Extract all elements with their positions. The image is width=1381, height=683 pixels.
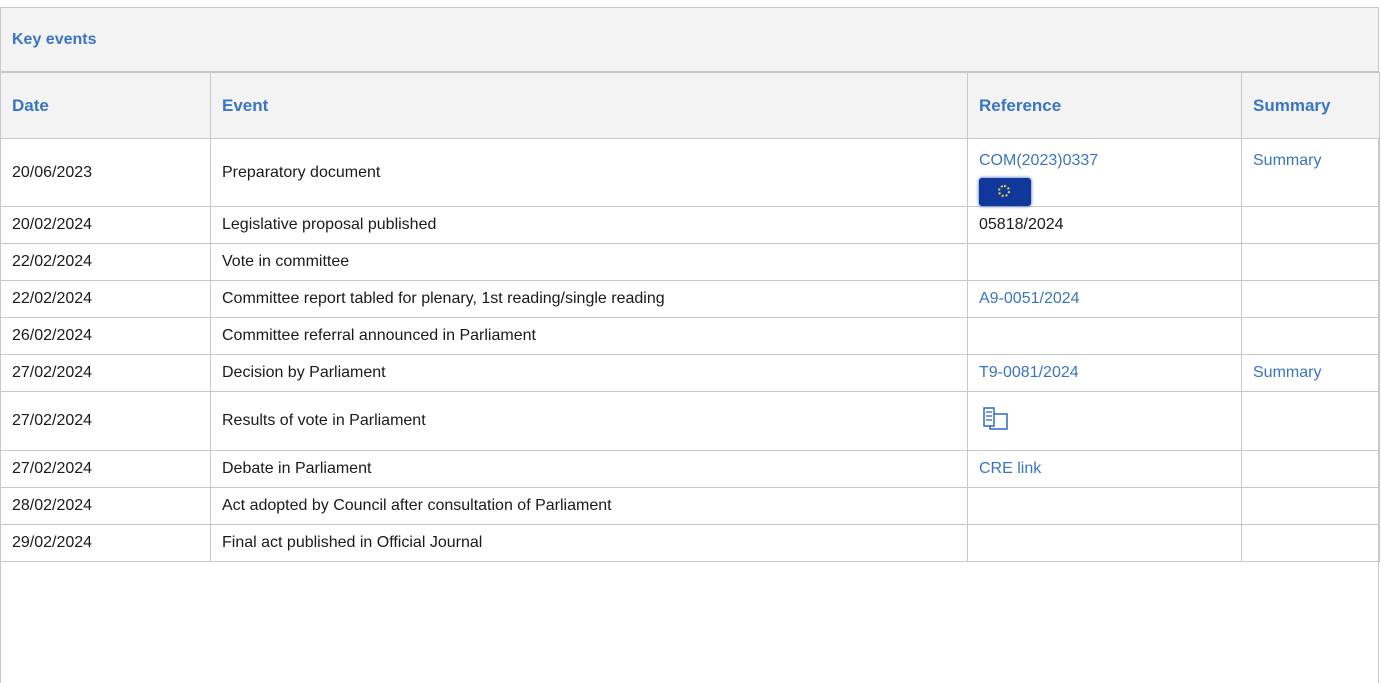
reference-link[interactable]: CRE link	[979, 460, 1041, 477]
cell-reference: 05818/2024	[967, 206, 1242, 244]
column-header-summary: Summary	[1241, 72, 1380, 139]
cell-summary: Summary	[1241, 138, 1380, 207]
cell-event: Decision by Parliament	[210, 354, 968, 392]
cell-reference: A9-0051/2024	[967, 280, 1242, 318]
cell-reference	[967, 243, 1242, 281]
column-header-date: Date	[0, 72, 211, 139]
key-events-table: Date Event Reference Summary 20/06/2023 …	[0, 72, 1380, 562]
cell-reference	[967, 317, 1242, 355]
column-header-event: Event	[210, 72, 968, 139]
table-row: 27/02/2024 Debate in Parliament CRE link	[0, 450, 1380, 488]
panel-footer-space	[1, 562, 1378, 607]
cell-event: Vote in committee	[210, 243, 968, 281]
cell-reference: COM(2023)0337	[967, 138, 1242, 207]
cell-event: Committee referral announced in Parliame…	[210, 317, 968, 355]
table-row: 28/02/2024 Act adopted by Council after …	[0, 487, 1380, 525]
cell-event: Committee report tabled for plenary, 1st…	[210, 280, 968, 318]
cell-summary	[1241, 391, 1380, 451]
cell-summary	[1241, 206, 1380, 244]
reference-link[interactable]: COM(2023)0337	[979, 152, 1098, 169]
cell-reference	[967, 487, 1242, 525]
cell-date: 29/02/2024	[0, 524, 211, 562]
table-row: 22/02/2024 Vote in committee	[0, 243, 1380, 281]
cell-reference	[967, 524, 1242, 562]
table-row: 22/02/2024 Committee report tabled for p…	[0, 280, 1380, 318]
table-row: 20/02/2024 Legislative proposal publishe…	[0, 206, 1380, 244]
cell-date: 27/02/2024	[0, 354, 211, 392]
cell-date: 20/06/2023	[0, 138, 211, 207]
table-row: 26/02/2024 Committee referral announced …	[0, 317, 1380, 355]
cell-event: Act adopted by Council after consultatio…	[210, 487, 968, 525]
cell-date: 22/02/2024	[0, 280, 211, 318]
cell-event: Results of vote in Parliament	[210, 391, 968, 451]
cell-event: Final act published in Official Journal	[210, 524, 968, 562]
cell-event: Preparatory document	[210, 138, 968, 207]
cell-summary	[1241, 317, 1380, 355]
cell-date: 26/02/2024	[0, 317, 211, 355]
cell-summary	[1241, 280, 1380, 318]
cell-event: Debate in Parliament	[210, 450, 968, 488]
cell-date: 22/02/2024	[0, 243, 211, 281]
reference-link[interactable]: T9-0081/2024	[979, 364, 1079, 381]
table-row: 20/06/2023 Preparatory document COM(2023…	[0, 138, 1380, 207]
cell-summary	[1241, 524, 1380, 562]
summary-link[interactable]: Summary	[1253, 364, 1321, 381]
key-events-panel: Key events Date Event Reference Summary …	[0, 7, 1380, 683]
table-row: 27/02/2024 Results of vote in Parliament	[0, 391, 1380, 451]
cell-event: Legislative proposal published	[210, 206, 968, 244]
cell-reference	[967, 391, 1242, 451]
table-row: 29/02/2024 Final act published in Offici…	[0, 524, 1380, 562]
table-header-row: Date Event Reference Summary	[0, 72, 1380, 139]
reference-link[interactable]: A9-0051/2024	[979, 290, 1080, 307]
cell-date: 20/02/2024	[0, 206, 211, 244]
column-header-reference: Reference	[967, 72, 1242, 139]
cell-date: 27/02/2024	[0, 391, 211, 451]
eu-flag-icon[interactable]	[979, 178, 1031, 206]
cell-date: 28/02/2024	[0, 487, 211, 525]
cell-summary	[1241, 487, 1380, 525]
cell-reference: T9-0081/2024	[967, 354, 1242, 392]
cell-summary	[1241, 450, 1380, 488]
table-row: 27/02/2024 Decision by Parliament T9-008…	[0, 354, 1380, 392]
cell-reference: CRE link	[967, 450, 1242, 488]
panel-title: Key events	[1, 8, 1378, 72]
cell-summary: Summary	[1241, 354, 1380, 392]
cell-date: 27/02/2024	[0, 450, 211, 488]
cell-summary	[1241, 243, 1380, 281]
vote-results-icon[interactable]	[981, 405, 1009, 433]
summary-link[interactable]: Summary	[1253, 152, 1321, 169]
